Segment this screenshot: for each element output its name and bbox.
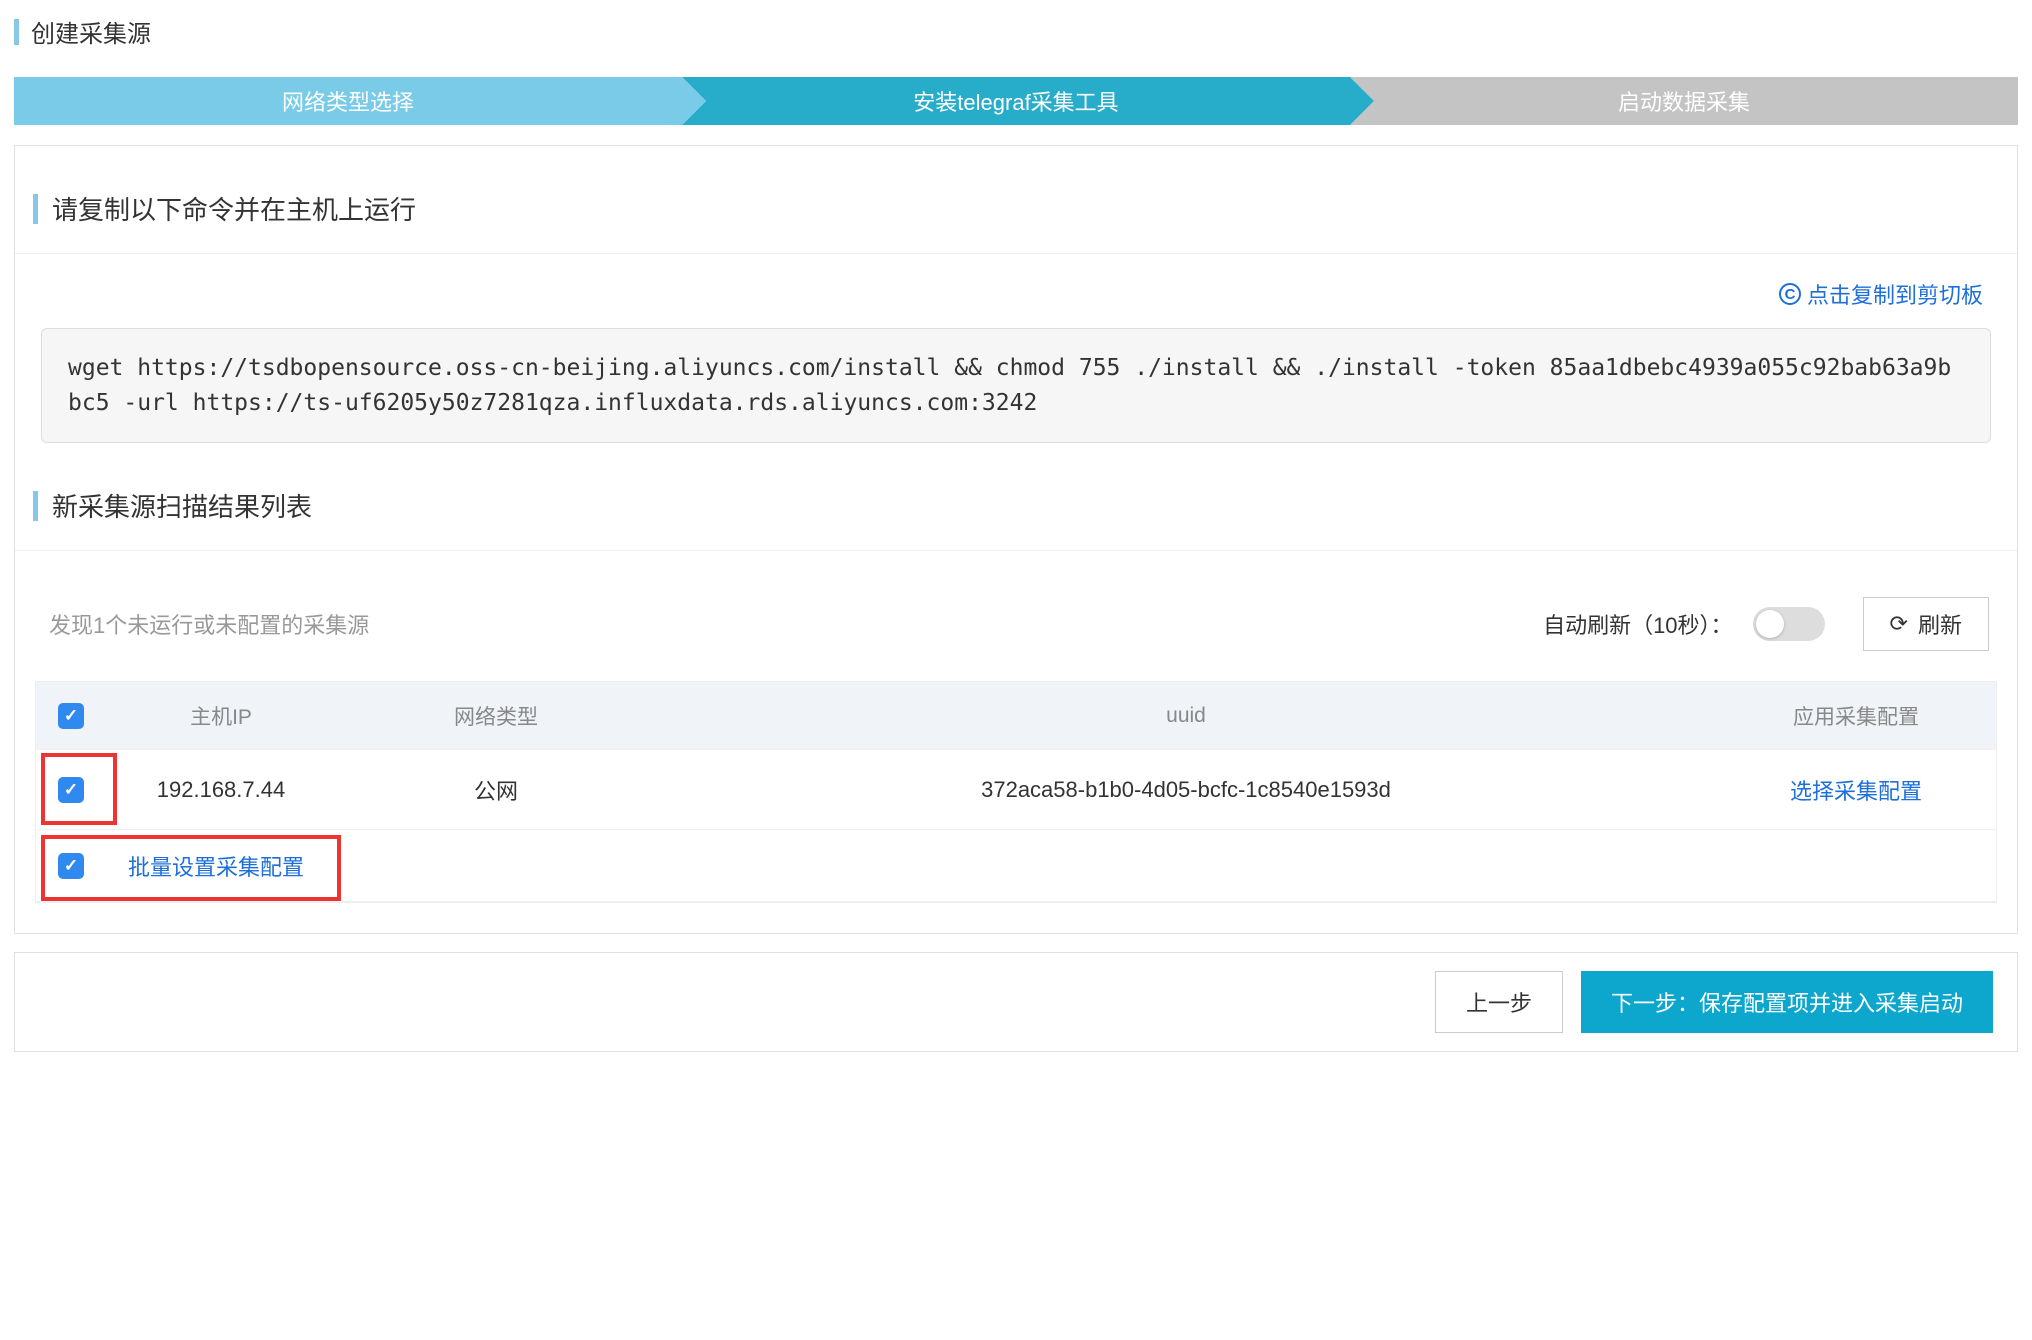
collector-table: ✓ 主机IP 网络类型 uuid 应用采集配置 ✓ 192.168.7.44 公… <box>35 681 1997 903</box>
refresh-icon: ⟳ <box>1890 611 1908 637</box>
table-row: ✓ 192.168.7.44 公网 372aca58-b1b0-4d05-bcf… <box>36 750 1996 830</box>
scan-result-count: 发现1个未运行或未配置的采集源 <box>49 608 369 640</box>
batch-checkbox-cell[interactable]: ✓ <box>36 853 106 879</box>
table-header-row: ✓ 主机IP 网络类型 uuid 应用采集配置 <box>36 682 1996 750</box>
copy-to-clipboard-link[interactable]: C 点击复制到剪切板 <box>15 272 2017 328</box>
header-config: 应用采集配置 <box>1716 701 1996 731</box>
row-network: 公网 <box>336 774 656 806</box>
section-title: 请复制以下命令并在主机上运行 <box>52 190 416 227</box>
wizard-step-network[interactable]: 网络类型选择 <box>14 77 682 125</box>
wizard-step-label: 网络类型选择 <box>282 85 414 117</box>
main-panel: 请复制以下命令并在主机上运行 C 点击复制到剪切板 wget https://t… <box>14 145 2018 934</box>
batch-checkbox[interactable]: ✓ <box>58 853 84 879</box>
refresh-button[interactable]: ⟳ 刷新 <box>1863 597 1989 651</box>
header-network: 网络类型 <box>336 701 656 731</box>
page-title-bar: 创建采集源 <box>14 14 2018 49</box>
row-uuid: 372aca58-b1b0-4d05-bcfc-1c8540e1593d <box>656 777 1716 803</box>
refresh-button-label: 刷新 <box>1918 608 1962 640</box>
batch-row: ✓ 批量设置采集配置 <box>36 830 1996 902</box>
wizard-steps: 网络类型选择 安装telegraf采集工具 启动数据采集 <box>14 77 2018 125</box>
header-uuid: uuid <box>656 704 1716 728</box>
next-step-button[interactable]: 下一步：保存配置项并进入采集启动 <box>1581 971 1993 1033</box>
select-all-checkbox[interactable]: ✓ <box>58 703 84 729</box>
scan-subheader-bar: 发现1个未运行或未配置的采集源 自动刷新（10秒）： ⟳ 刷新 <box>15 569 2017 667</box>
wizard-step-label: 安装telegraf采集工具 <box>913 85 1118 117</box>
wizard-step-label: 启动数据采集 <box>1618 85 1750 117</box>
prev-step-button[interactable]: 上一步 <box>1435 971 1563 1033</box>
row-ip: 192.168.7.44 <box>106 777 336 803</box>
header-checkbox-cell[interactable]: ✓ <box>36 703 106 729</box>
section-header-command: 请复制以下命令并在主机上运行 <box>33 190 2017 227</box>
section-header-scan: 新采集源扫描结果列表 <box>33 487 2017 524</box>
row-checkbox-cell[interactable]: ✓ <box>36 777 106 803</box>
select-config-link[interactable]: 选择采集配置 <box>1790 779 1922 804</box>
row-checkbox[interactable]: ✓ <box>58 777 84 803</box>
divider <box>15 253 2017 254</box>
divider <box>15 550 2017 551</box>
section-accent-bar <box>33 194 38 224</box>
section-accent-bar <box>33 491 38 521</box>
wizard-arrow-icon <box>682 77 706 125</box>
wizard-arrow-icon <box>1350 77 1374 125</box>
copyright-icon: C <box>1779 283 1801 305</box>
wizard-step-install[interactable]: 安装telegraf采集工具 <box>682 77 1350 125</box>
footer-panel: 上一步 下一步：保存配置项并进入采集启动 <box>14 952 2018 1052</box>
copy-link-label: 点击复制到剪切板 <box>1807 278 1983 310</box>
section-title: 新采集源扫描结果列表 <box>52 487 312 524</box>
batch-config-link[interactable]: 批量设置采集配置 <box>128 850 304 882</box>
toggle-knob <box>1756 610 1784 638</box>
install-command-box[interactable]: wget https://tsdbopensource.oss-cn-beiji… <box>41 328 1991 443</box>
wizard-step-start[interactable]: 启动数据采集 <box>1350 77 2018 125</box>
page-title: 创建采集源 <box>31 14 151 49</box>
auto-refresh-toggle[interactable] <box>1753 607 1825 641</box>
header-ip: 主机IP <box>106 701 336 731</box>
auto-refresh-label: 自动刷新（10秒）： <box>1543 608 1732 640</box>
title-accent-bar <box>14 19 19 45</box>
